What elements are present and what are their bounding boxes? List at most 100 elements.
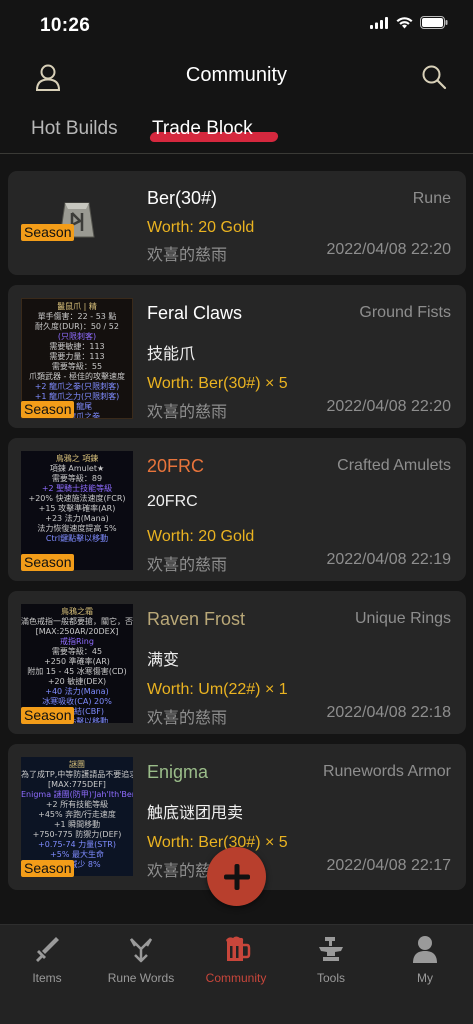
post-title: Feral Claws [147, 303, 243, 323]
nav-rune-words-label: Rune Words [107, 971, 175, 985]
battery-icon [420, 16, 448, 29]
post-worth: Worth: 20 Gold [147, 219, 255, 236]
season-badge: Season [21, 224, 75, 241]
post-worth: Worth: Um(22#) × 1 [147, 681, 288, 698]
post-date: 2022/04/08 22:17 [326, 857, 451, 874]
thumb-text-line: (只限刺客) [57, 332, 97, 341]
season-badge: Season [21, 707, 75, 724]
status-icons [370, 16, 448, 29]
thumb-text-line: 項鍊 Amulet★ [49, 464, 105, 473]
bottom-nav: Items Rune Words Community Tools My [0, 924, 473, 1024]
thumb-text-line: +2 龍爪之拳(只限刺客) [34, 382, 120, 391]
thumb-text-line: +2 所有技能等級 [45, 800, 109, 809]
post-worth: Worth: Ber(30#) × 5 [147, 834, 288, 851]
item-thumbnail: 謎團為了成TP,中等防護請品不要追求最大值啊啊?[MAX:775DEF]Enig… [21, 757, 133, 876]
tab-trade-block-label: Trade Block [152, 118, 253, 139]
beer-mug-icon [226, 936, 251, 961]
nav-my[interactable]: My [378, 933, 472, 985]
post-title: 20FRC [147, 456, 205, 476]
post-user: 欢喜的慈雨 [147, 557, 228, 574]
item-thumbnail: 鳥鴉之霜 滿色戒指一般都要搶，關它，否則 [MAX:250AR/20DEX] 戒指Ri… [21, 604, 133, 723]
thumb-text-line: 單手傷害：22 - 53 點 [37, 312, 117, 321]
header: Community [0, 52, 473, 102]
nav-my-label: My [417, 971, 433, 985]
thumb-text-line: 需要敏捷：113 [49, 342, 105, 351]
post-category: Rune [412, 190, 451, 207]
person-icon [413, 936, 437, 963]
thumb-text-line: 謎團 [69, 760, 85, 769]
post-user: 欢喜的慈雨 [147, 404, 228, 421]
thumb-text-line: 法力恢復速度提高 5% [37, 524, 117, 533]
thumb-text-line: 鳥鴉之霜 [61, 607, 93, 616]
search-icon [422, 65, 447, 90]
thumb-text-line: Ctrl鍵點擊以移動 [45, 534, 109, 543]
thumb-text-line: 鳥鴉之 項鍊 [55, 454, 99, 463]
thumb-text-line: 耐久度(DUR)：50 / 52 [35, 322, 119, 331]
post-description: 技能爪 [147, 346, 196, 363]
thumb-text-line: +1 瞬間移動 [53, 820, 101, 829]
nav-items[interactable]: Items [0, 933, 94, 985]
status-time: 10:26 [40, 15, 91, 36]
trade-list: Season Ber(30#) Rune Worth: 20 Gold 欢喜的慈… [8, 171, 466, 900]
thumb-text-line: 為了成TP,中等防護請品不要追求最大值啊啊? [21, 770, 133, 779]
post-date: 2022/04/08 22:20 [326, 241, 451, 258]
sword-icon [36, 937, 59, 962]
post-worth: Worth: Ber(30#) × 5 [147, 375, 288, 392]
thumb-text-line: +45% 奔跑/行走速度 [38, 810, 116, 819]
post-title: Enigma [147, 762, 209, 782]
tab-hot-builds-label: Hot Builds [31, 118, 118, 139]
nav-community[interactable]: Community [189, 933, 283, 985]
nav-rune-words[interactable]: Rune Words [94, 933, 188, 985]
rune-icon [129, 938, 153, 963]
post-category: Ground Fists [359, 304, 451, 321]
thumb-text-line: +0.75-74 力量(STR) [38, 840, 116, 849]
plus-icon [223, 863, 250, 890]
post-date: 2022/04/08 22:18 [326, 704, 451, 721]
post-description: 20FRC [147, 493, 198, 510]
thumb-text-line: 需要等級：55 [51, 362, 103, 371]
thumb-text-line: +5% 最大生命 [50, 850, 104, 859]
trade-post-card[interactable]: 鬣鼠爪 | 精單手傷害：22 - 53 點耐久度(DUR)：50 / 52 (只限… [8, 285, 466, 428]
nav-tools-label: Tools [316, 971, 345, 985]
thumb-text-line: 滿色戒指一般都要搶，關它，否則 [21, 617, 133, 626]
thumb-text-line: 需要力量：113 [49, 352, 105, 361]
nav-items-label: Items [32, 971, 62, 985]
thumb-text-line: +15 攻擊準確率(AR) [38, 504, 116, 513]
thumb-text-line: 鬣鼠爪 | 精 [57, 302, 97, 311]
thumb-text-line: 戒指Ring [60, 637, 94, 646]
nav-community-label: Community [205, 971, 267, 985]
thumb-text-line: +20 敏捷(DEX) [47, 677, 107, 686]
anvil-icon [319, 937, 343, 961]
post-description: 满变 [147, 652, 180, 669]
status-bar: 10:26 [0, 0, 473, 52]
post-category: Runewords Armor [322, 763, 451, 780]
search-button[interactable] [419, 62, 449, 92]
thumb-text-line: +2 聖騎士技能等級 [41, 484, 113, 493]
thumb-text-line: +20% 快速施法速度(FCR) [28, 494, 126, 503]
tab-hot-builds[interactable]: Hot Builds [31, 118, 118, 140]
thumb-text-line: 需要等級：45 [51, 647, 103, 656]
tab-trade-block[interactable]: Trade Block [152, 118, 253, 140]
thumb-text-line: +250 準確率(AR) [44, 657, 110, 666]
season-badge: Season [21, 554, 75, 571]
thumb-text-line: 附加 15 - 45 冰寒傷害(CD) [27, 667, 127, 676]
post-user: 欢喜的慈雨 [147, 247, 228, 264]
post-category: Crafted Amulets [337, 457, 451, 474]
thumb-text-line: [MAX:250AR/20DEX] [35, 627, 119, 636]
post-category: Unique Rings [354, 610, 451, 627]
thumb-text-line: [MAX:775DEF] [48, 780, 106, 789]
nav-tools[interactable]: Tools [284, 933, 378, 985]
trade-post-card[interactable]: 鳥鴉之 項鍊 項鍊 Amulet★ 需要等級：89 +2 聖騎士技能等級 +20% 快速… [8, 438, 466, 581]
trade-post-card[interactable]: Season Ber(30#) Rune Worth: 20 Gold 欢喜的慈… [8, 171, 466, 275]
post-title: Ber(30#) [147, 188, 218, 208]
post-date: 2022/04/08 22:20 [326, 398, 451, 415]
wifi-icon [396, 16, 413, 28]
thumb-text-line: Enigma 謎團(防甲)'Jah'Ith'Ber' [21, 790, 133, 799]
item-thumbnail: 鳥鴉之 項鍊 項鍊 Amulet★ 需要等級：89 +2 聖騎士技能等級 +20% 快速… [21, 451, 133, 570]
trade-post-card[interactable]: 鳥鴉之霜 滿色戒指一般都要搶，關它，否則 [MAX:250AR/20DEX] 戒指Ri… [8, 591, 466, 734]
season-badge: Season [21, 401, 75, 418]
add-post-button[interactable] [207, 847, 266, 906]
tab-bar: Hot Builds Trade Block [0, 110, 473, 154]
thumb-text-line: 需要等級：89 [51, 474, 103, 483]
post-description: 触底谜团甩卖 [147, 805, 244, 822]
